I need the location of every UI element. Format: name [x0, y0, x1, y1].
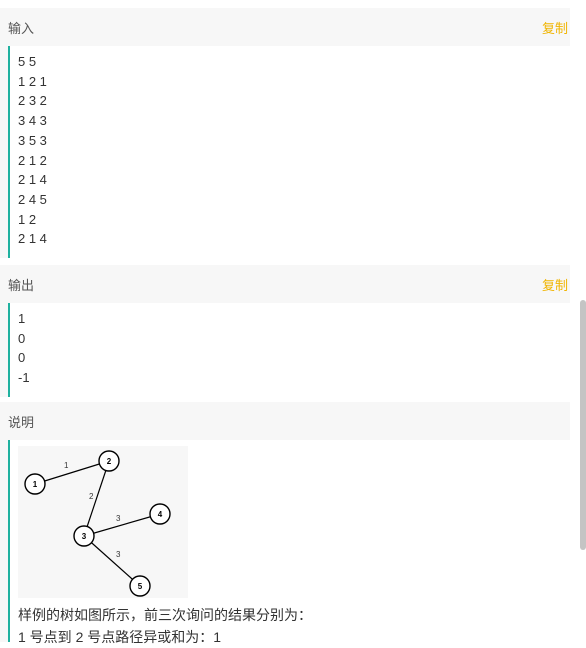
edge-weight-label: 1 [64, 461, 69, 470]
tree-node-label: 2 [107, 457, 112, 466]
edge-weight-label: 3 [116, 550, 121, 559]
output-line: -1 [18, 370, 30, 386]
description-line: 1 号点到 2 号点路径异或和为：1 [18, 629, 222, 645]
tree-edge [83, 535, 141, 587]
input-line: 2 1 4 [18, 231, 47, 247]
input-header: 输入 复制 [0, 8, 570, 46]
input-line: 1 2 1 [18, 73, 47, 89]
output-title: 输出 [8, 277, 35, 293]
output-header: 输出 复制 [0, 265, 570, 303]
description-header: 说明 [0, 402, 570, 440]
input-line: 3 4 3 [18, 113, 47, 129]
output-line: 0 [18, 330, 26, 346]
input-line: 2 1 2 [18, 152, 47, 168]
tree-node: 4 [149, 503, 171, 525]
input-code-block: 5 5 1 2 1 2 3 2 3 4 3 3 5 3 2 1 2 2 1 4 … [8, 46, 570, 258]
input-line: 5 5 [18, 54, 37, 69]
description-line: 样例的树如图所示，前三次询问的结果分别为： [18, 607, 312, 623]
tree-node-label: 3 [82, 532, 87, 541]
tree-node: 1 [24, 473, 46, 495]
input-line: 3 5 3 [18, 132, 47, 148]
tree-node: 2 [98, 450, 120, 472]
page-scrollbar[interactable] [580, 300, 586, 550]
copy-output-button[interactable]: 复制 [542, 275, 570, 294]
tree-node-label: 1 [33, 480, 38, 489]
tree-edge [83, 513, 161, 537]
output-line: 0 [18, 350, 26, 366]
tree-edge [34, 460, 110, 485]
copy-input-button[interactable]: 复制 [542, 18, 570, 37]
description-title: 说明 [8, 414, 35, 430]
output-panel: 输出 复制 1 0 0 -1 [0, 265, 570, 397]
description-text: 样例的树如图所示，前三次询问的结果分别为： 1 号点到 2 号点路径异或和为：1 [18, 598, 570, 648]
tree-node-label: 5 [138, 582, 143, 591]
tree-edge [83, 460, 110, 537]
tree-node: 5 [129, 575, 151, 597]
input-title: 输入 [8, 20, 35, 36]
edge-weight-label: 3 [116, 514, 121, 523]
edge-weight-label: 2 [89, 492, 94, 501]
input-line: 1 2 [18, 211, 37, 227]
tree-node: 3 [73, 525, 95, 547]
input-panel: 输入 复制 5 5 1 2 1 2 3 2 3 4 3 3 5 3 2 1 2 … [0, 8, 570, 258]
sample-tree-figure: 1 2 3 3 1 2 3 4 5 [18, 446, 188, 598]
input-line: 2 4 5 [18, 191, 47, 207]
input-line: 2 1 4 [18, 172, 47, 188]
tree-node-label: 4 [158, 510, 163, 519]
output-line: 1 [18, 311, 26, 326]
output-code-block: 1 0 0 -1 [8, 303, 570, 397]
description-body: 1 2 3 3 1 2 3 4 5 样例的树如图所示，前三次询问的结果分别为： … [8, 440, 570, 645]
description-panel: 说明 1 2 3 3 1 2 3 4 5 样例的树如图所示，前三次询问的结果分别… [0, 402, 570, 645]
input-line: 2 3 2 [18, 93, 47, 109]
